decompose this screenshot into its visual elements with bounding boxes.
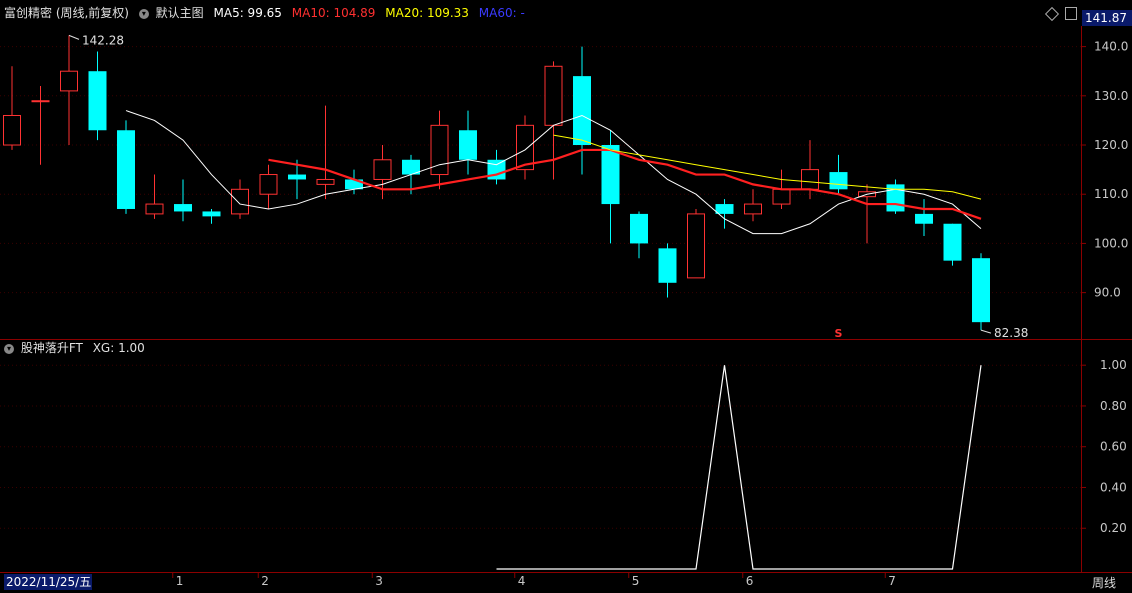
candles — [3, 35, 990, 331]
candle-body-up — [60, 70, 78, 92]
candle-body-down — [202, 211, 221, 217]
candle-body-down — [573, 76, 591, 146]
candle-body-down — [829, 172, 848, 190]
high-price-label: 142.28 — [82, 33, 124, 47]
price-tick-label: 140.0 — [1094, 40, 1128, 54]
price-tick-label: 120.0 — [1094, 138, 1128, 152]
price-axis: 140.0 130.0 120.0 110.0 100.0 90.0 — [1081, 40, 1128, 300]
candle-body-up — [544, 65, 563, 126]
price-tick-label: 100.0 — [1094, 236, 1128, 250]
indicator-plot — [496, 365, 982, 570]
candle-body-down — [972, 258, 990, 323]
indicator-tick-label: 1.00 — [1100, 358, 1127, 372]
candle-body-up — [373, 159, 392, 180]
candle-body-down — [915, 213, 933, 224]
candle-body-down — [715, 204, 734, 214]
month-label: 1 — [176, 574, 184, 588]
candle-body-up — [3, 114, 21, 146]
candle-body-up — [687, 213, 705, 279]
month-label: 5 — [632, 574, 640, 588]
month-label: 3 — [375, 574, 383, 588]
candle-body-down — [288, 174, 306, 180]
chart-canvas[interactable]: 140.0 130.0 120.0 110.0 100.0 90.0 1.00 0.80 0.… — [0, 0, 1132, 593]
price-tick-label: 110.0 — [1094, 187, 1128, 201]
month-label: 7 — [888, 574, 896, 588]
price-tick-label: 90.0 — [1094, 286, 1121, 300]
candle-body-down — [630, 213, 648, 244]
candle-body-up — [259, 174, 278, 195]
candle-body-up — [801, 169, 819, 190]
period-label[interactable]: 周线 — [1092, 575, 1116, 591]
candle-body-down — [943, 223, 962, 261]
candle-body-up — [772, 188, 791, 205]
gridlines — [0, 46, 1081, 529]
indicator-tick-label: 0.20 — [1100, 521, 1127, 535]
high-pointer — [68, 34, 80, 40]
signal-marker: S — [835, 327, 843, 340]
indicator-tick-label: 0.60 — [1100, 440, 1127, 454]
low-pointer — [980, 329, 992, 334]
candle-body-down — [658, 248, 677, 283]
candle-body-up — [316, 178, 335, 185]
candle-body-down — [459, 130, 477, 160]
candle-body-up — [145, 203, 164, 215]
candle-body-up — [31, 100, 50, 103]
candle-body-down — [601, 145, 620, 205]
candle-body-up — [231, 188, 249, 215]
month-label: 4 — [518, 574, 526, 588]
price-tick-label: 130.0 — [1094, 89, 1128, 103]
indicator-tick-label: 0.40 — [1100, 480, 1127, 494]
low-price-label: 82.38 — [994, 326, 1028, 340]
candle-body-up — [744, 203, 762, 215]
date-label: 2022/11/25/五 — [4, 574, 92, 590]
month-label: 2 — [261, 574, 269, 588]
candle-body-down — [117, 130, 135, 209]
month-label: 6 — [746, 574, 754, 588]
candle-body-down — [174, 204, 192, 212]
candle-body-down — [88, 71, 107, 131]
time-axis: 1 2 3 4 5 6 7 — [172, 572, 896, 588]
xg-line — [496, 365, 982, 570]
indicator-axis: 1.00 0.80 0.60 0.40 0.20 — [1081, 358, 1127, 535]
indicator-tick-label: 0.80 — [1100, 399, 1127, 413]
